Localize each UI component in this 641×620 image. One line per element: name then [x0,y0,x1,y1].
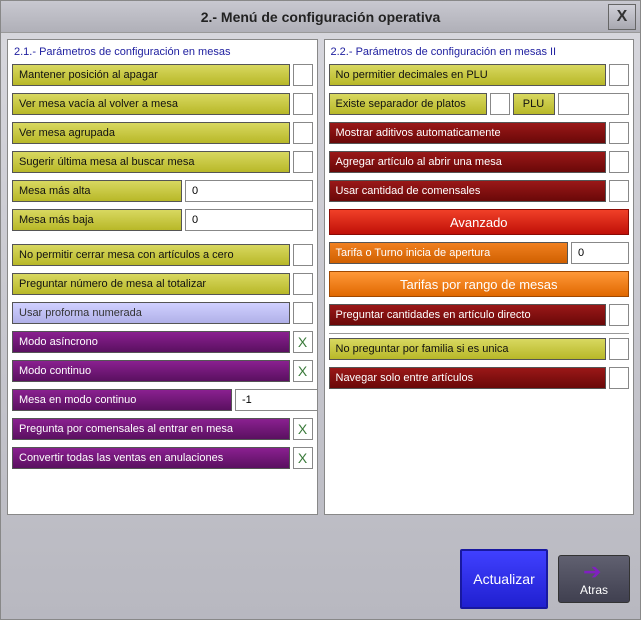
label-mesa-alta: Mesa más alta [12,180,182,202]
opt-asincrono[interactable]: Modo asíncrono [12,331,290,353]
row-mesa-modo-continuo: Mesa en modo continuo [12,389,313,411]
window-title: 2.- Menú de configuración operativa [201,9,441,25]
right-panel: 2.2.- Parámetros de configuración en mes… [324,39,635,515]
input-mesa-alta[interactable] [185,180,313,202]
row-preguntar-num-mesa: Preguntar número de mesa al totalizar [12,273,313,295]
chk-agregar-abrir[interactable] [609,151,629,173]
chk-ver-mesa-agrupada[interactable] [293,122,313,144]
row-comensales: Pregunta por comensales al entrar en mes… [12,418,313,440]
opt-separador-platos[interactable]: Existe separador de platos [329,93,487,115]
content-area: 2.1.- Parámetros de configuración en mes… [1,33,640,521]
row-ver-mesa-agrupada: Ver mesa agrupada [12,122,313,144]
row-continuo: Modo continuoX [12,360,313,382]
row-navegar-articulos: Navegar solo entre artículos [329,367,630,389]
chk-anulaciones[interactable]: X [293,447,313,469]
chk-no-familia[interactable] [609,338,629,360]
chk-proforma[interactable] [293,302,313,324]
opt-continuo[interactable]: Modo continuo [12,360,290,382]
opt-mantener-posicion[interactable]: Mantener posición al apagar [12,64,290,86]
row-mesa-alta: Mesa más alta [12,180,313,202]
chk-cant-comensales[interactable] [609,180,629,202]
row-agregar-abrir: Agregar artículo al abrir una mesa [329,151,630,173]
opt-ver-mesa-agrupada[interactable]: Ver mesa agrupada [12,122,290,144]
opt-no-decimales-plu[interactable]: No permitier decimales en PLU [329,64,607,86]
row-preguntar-cantidades: Preguntar cantidades en artículo directo [329,304,630,326]
opt-agregar-abrir[interactable]: Agregar artículo al abrir una mesa [329,151,607,173]
chk-mantener-posicion[interactable] [293,64,313,86]
chk-comensales[interactable]: X [293,418,313,440]
avanzado-button[interactable]: Avanzado [329,209,630,235]
row-asincrono: Modo asíncronoX [12,331,313,353]
opt-comensales[interactable]: Pregunta por comensales al entrar en mes… [12,418,290,440]
chk-continuo[interactable]: X [293,360,313,382]
row-mesa-baja: Mesa más baja [12,209,313,231]
row-tarifa-apertura: Tarifa o Turno inicia de apertura [329,242,630,264]
opt-no-familia[interactable]: No preguntar por familia si es unica [329,338,607,360]
row-no-familia: No preguntar por familia si es unica [329,338,630,360]
chk-preguntar-num-mesa[interactable] [293,273,313,295]
input-mesa-modo-continuo[interactable] [235,389,318,411]
row-anulaciones: Convertir todas las ventas en anulacione… [12,447,313,469]
chk-ver-mesa-vacia[interactable] [293,93,313,115]
opt-cant-comensales[interactable]: Usar cantidad de comensales [329,180,607,202]
opt-preguntar-num-mesa[interactable]: Preguntar número de mesa al totalizar [12,273,290,295]
opt-aditivos[interactable]: Mostrar aditivos automaticamente [329,122,607,144]
opt-preguntar-cantidades[interactable]: Preguntar cantidades en artículo directo [329,304,607,326]
chk-navegar-articulos[interactable] [609,367,629,389]
titlebar: 2.- Menú de configuración operativa X [1,1,640,33]
back-button[interactable]: ➔ Atras [558,555,630,603]
row-no-cerrar-cero: No permitir cerrar mesa con artículos a … [12,244,313,266]
input-mesa-baja[interactable] [185,209,313,231]
row-separador-platos: Existe separador de platos PLU [329,93,630,115]
opt-anulaciones[interactable]: Convertir todas las ventas en anulacione… [12,447,290,469]
input-tarifa-apertura[interactable] [571,242,629,264]
opt-proforma[interactable]: Usar proforma numerada [12,302,290,324]
chk-preguntar-cantidades[interactable] [609,304,629,326]
input-separador-plu[interactable] [558,93,630,115]
row-cant-comensales: Usar cantidad de comensales [329,180,630,202]
left-section-title: 2.1.- Parámetros de configuración en mes… [12,44,313,60]
chk-separador-platos[interactable] [490,93,510,115]
section-divider [329,333,630,334]
row-no-decimales-plu: No permitier decimales en PLU [329,64,630,86]
label-mesa-modo-continuo: Mesa en modo continuo [12,389,232,411]
row-mantener-posicion: Mantener posición al apagar [12,64,313,86]
plu-button[interactable]: PLU [513,93,555,115]
back-label: Atras [580,583,608,597]
label-mesa-baja: Mesa más baja [12,209,182,231]
opt-no-cerrar-cero[interactable]: No permitir cerrar mesa con artículos a … [12,244,290,266]
opt-ver-mesa-vacia[interactable]: Ver mesa vacía al volver a mesa [12,93,290,115]
footer: Actualizar ➔ Atras [460,549,630,609]
chk-no-cerrar-cero[interactable] [293,244,313,266]
back-arrow-icon: ➔ [583,561,605,583]
row-proforma: Usar proforma numerada [12,302,313,324]
chk-sugerir-ultima[interactable] [293,151,313,173]
right-section-title: 2.2.- Parámetros de configuración en mes… [329,44,630,60]
config-window: 2.- Menú de configuración operativa X 2.… [0,0,641,620]
row-ver-mesa-vacia: Ver mesa vacía al volver a mesa [12,93,313,115]
tarifas-rango-button[interactable]: Tarifas por rango de mesas [329,271,630,297]
row-aditivos: Mostrar aditivos automaticamente [329,122,630,144]
chk-asincrono[interactable]: X [293,331,313,353]
update-button[interactable]: Actualizar [460,549,548,609]
opt-navegar-articulos[interactable]: Navegar solo entre artículos [329,367,607,389]
label-tarifa-apertura: Tarifa o Turno inicia de apertura [329,242,569,264]
row-sugerir-ultima: Sugerir última mesa al buscar mesa [12,151,313,173]
close-button[interactable]: X [608,4,636,30]
left-panel: 2.1.- Parámetros de configuración en mes… [7,39,318,515]
chk-no-decimales-plu[interactable] [609,64,629,86]
opt-sugerir-ultima[interactable]: Sugerir última mesa al buscar mesa [12,151,290,173]
chk-aditivos[interactable] [609,122,629,144]
